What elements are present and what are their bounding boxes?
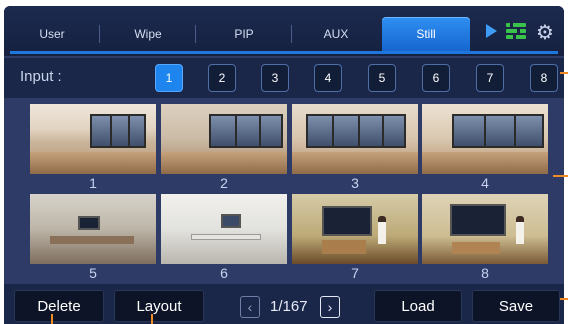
still-caption: 1 <box>89 175 97 191</box>
input-button-2[interactable]: 2 <box>208 64 236 92</box>
still-item-2[interactable]: 2 <box>161 104 287 192</box>
still-item-6[interactable]: 6 <box>161 194 287 282</box>
tab-bar: User Wipe PIP AUX Still ⚙ <box>4 6 564 56</box>
input-selector: Input : 1 2 3 4 5 6 7 8 <box>4 58 564 98</box>
delete-button[interactable]: Delete <box>14 290 104 322</box>
still-thumbnail <box>422 104 548 174</box>
still-item-5[interactable]: 5 <box>30 194 156 282</box>
still-caption: 7 <box>351 265 359 281</box>
still-grid: 1 2 3 4 5 6 7 8 <box>4 98 564 286</box>
play-icon[interactable] <box>486 24 497 38</box>
still-thumbnail <box>161 194 287 264</box>
input-button-1[interactable]: 1 <box>155 64 183 92</box>
still-thumbnail <box>292 104 418 174</box>
page-indicator: 1/167 <box>270 298 308 315</box>
tab-underline <box>10 51 558 54</box>
still-item-3[interactable]: 3 <box>292 104 418 192</box>
load-button[interactable]: Load <box>374 290 462 322</box>
still-item-8[interactable]: 8 <box>422 194 548 282</box>
gear-icon[interactable]: ⚙ <box>534 22 556 44</box>
still-thumbnail <box>161 104 287 174</box>
bottom-toolbar: Delete Layout ‹ 1/167 › Load Save <box>4 284 564 324</box>
still-caption: 3 <box>351 175 359 191</box>
callout-line <box>560 298 568 300</box>
input-button-6[interactable]: 6 <box>422 64 450 92</box>
layout-button[interactable]: Layout <box>114 290 204 322</box>
still-panel: User Wipe PIP AUX Still ⚙ Input : 1 2 3 … <box>4 6 564 324</box>
input-button-3[interactable]: 3 <box>261 64 289 92</box>
still-item-1[interactable]: 1 <box>30 104 156 192</box>
prev-page-button[interactable]: ‹ <box>240 296 260 318</box>
callout-line <box>51 314 53 324</box>
next-page-button[interactable]: › <box>320 296 340 318</box>
still-caption: 2 <box>220 175 228 191</box>
input-button-4[interactable]: 4 <box>314 64 342 92</box>
save-button[interactable]: Save <box>472 290 560 322</box>
still-item-7[interactable]: 7 <box>292 194 418 282</box>
still-thumbnail <box>30 104 156 174</box>
input-button-7[interactable]: 7 <box>476 64 504 92</box>
tab-pip[interactable]: PIP <box>196 17 292 51</box>
still-caption: 5 <box>89 265 97 281</box>
still-thumbnail <box>292 194 418 264</box>
tab-still[interactable]: Still <box>382 17 470 51</box>
input-label: Input : <box>20 68 62 85</box>
tab-wipe[interactable]: Wipe <box>100 17 196 51</box>
callout-line <box>560 72 568 74</box>
still-caption: 4 <box>481 175 489 191</box>
still-thumbnail <box>422 194 548 264</box>
callout-line <box>151 314 153 324</box>
still-caption: 6 <box>220 265 228 281</box>
input-button-8[interactable]: 8 <box>530 64 558 92</box>
tab-aux[interactable]: AUX <box>292 17 380 51</box>
input-button-5[interactable]: 5 <box>368 64 396 92</box>
still-thumbnail <box>30 194 156 264</box>
tab-user[interactable]: User <box>4 17 100 51</box>
still-caption: 8 <box>481 265 489 281</box>
still-item-4[interactable]: 4 <box>422 104 548 192</box>
controller-icon[interactable] <box>506 22 526 41</box>
callout-line <box>553 175 568 177</box>
